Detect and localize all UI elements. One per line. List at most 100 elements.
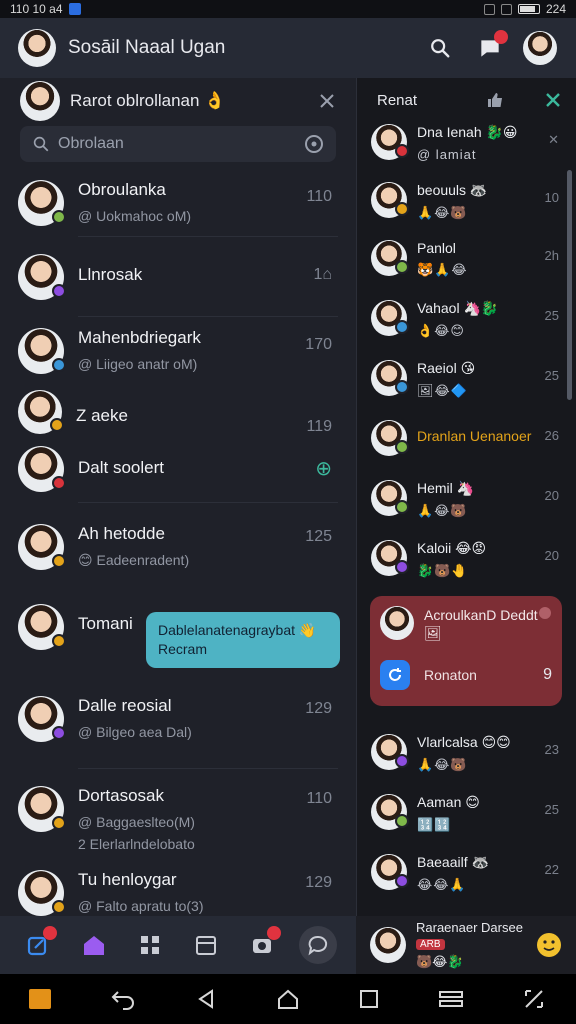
account-button[interactable] (522, 30, 558, 66)
notification-sender: AcroulkanD Deddt (424, 607, 538, 623)
recents-icon[interactable] (359, 989, 379, 1009)
bubble-line-1: Dablelanatenagraybat 👋 (158, 622, 317, 638)
contact-name: Panlol (417, 240, 456, 256)
contact-row[interactable]: Baeaailf 🦝 😂😂🙏 22 (371, 854, 563, 893)
notification-card[interactable]: AcroulkanD Deddt 🖼 Ronaton 9 (370, 596, 562, 706)
bubble-line-2: Recram (158, 641, 208, 657)
contact-row[interactable]: Hemil 🦄 🙏😂🐻 20 (371, 480, 563, 519)
nav-calendar[interactable] (187, 926, 225, 964)
contacts-header: Renat (357, 78, 576, 122)
home-icon[interactable] (276, 988, 300, 1010)
last-message: @ Falto apratu to(3) (78, 898, 204, 914)
notification-avatar (380, 606, 414, 640)
status-badge (395, 440, 409, 454)
contact-avatar (371, 124, 409, 160)
contact-emojis: 🐯🙏😂 (417, 262, 468, 277)
last-message: 😊 Eadeenradent) (78, 552, 190, 568)
close-icon[interactable] (544, 91, 562, 109)
notification-label: Ronaton (424, 667, 477, 683)
contact-avatar (371, 734, 409, 770)
contact-time[interactable]: ✕ (548, 132, 559, 148)
dismiss-icon[interactable] (538, 606, 552, 620)
nav-camera[interactable] (243, 926, 281, 964)
user-emojis: 🐻😂🐉 (416, 954, 464, 969)
chat-item[interactable]: Mahenbdriegark @ Liigeo anatr oM) 170 (0, 328, 356, 374)
thumbs-up-icon[interactable] (486, 91, 504, 109)
contact-avatar (371, 854, 409, 890)
status-badge (52, 726, 66, 740)
nav-apps[interactable] (131, 926, 169, 964)
chat-item[interactable]: Tu henloygar @ Falto apratu to(3) 129 (0, 870, 356, 916)
status-badge (395, 500, 409, 514)
contact-row[interactable]: Vlarlcalsa 😊😊 🙏😂🐻 23 (371, 734, 563, 773)
app-launcher-icon[interactable] (29, 989, 52, 1009)
contact-time: 23 (544, 742, 559, 757)
status-badge (52, 554, 66, 568)
divider (78, 768, 338, 769)
contact-row[interactable]: Raeiol 😘 🖼😂🔷 25 (371, 360, 563, 399)
contact-name: Raeiol 😘 (417, 360, 476, 376)
menu-icon[interactable] (438, 989, 464, 1009)
chat-item[interactable]: Dortasosak @ Baggaeslteo(M) 2 Elerlarlndel… (0, 786, 356, 852)
contact-avatar (18, 254, 66, 300)
last-message: @ Uokmahoc oM) (78, 208, 192, 224)
contact-avatar (18, 696, 66, 742)
nav-chat[interactable] (299, 926, 337, 964)
contact-avatar (371, 540, 409, 576)
nav-home[interactable] (75, 926, 113, 964)
chat-time: 1⌂ (313, 266, 332, 283)
contact-row[interactable]: Dranlan Uenanoer 26 (371, 420, 563, 456)
divider (78, 316, 338, 317)
chat-item[interactable]: Dalt soolert ⊕ (0, 446, 356, 492)
contact-row[interactable]: Panlol 🐯🙏😂 2h (371, 240, 563, 278)
contact-name: Vlarlcalsa 😊😊 (417, 734, 511, 750)
screenshot-tool-icon[interactable] (522, 987, 546, 1011)
filter-icon[interactable] (304, 134, 324, 154)
chat-status-icon: ⊕ (315, 458, 332, 480)
battery-icon (517, 4, 540, 14)
chat-item[interactable]: Z aeke 119 (0, 390, 356, 435)
current-user-avatar (370, 927, 406, 963)
current-user-bar[interactable]: Raraenaer Darsee ARB 🐻😂🐉 (356, 916, 576, 974)
notification-count: 9 (543, 666, 552, 683)
contact-name: Kaloii 😂😡 (417, 540, 487, 556)
divider (78, 236, 338, 237)
notifications-button[interactable] (472, 30, 508, 66)
contact-row[interactable]: beouuls 🦝 🙏😂🐻 10 (371, 182, 563, 221)
search-button[interactable] (422, 30, 458, 66)
chat-item[interactable]: Llnrosak 1⌂ (0, 254, 356, 300)
chat-time: 110 (306, 188, 332, 205)
emoji-icon[interactable] (536, 932, 562, 958)
contact-row[interactable]: Aaman 😊 🔢🔢 25 (371, 794, 563, 833)
chat-time: 129 (305, 874, 332, 891)
home-icon (84, 936, 104, 955)
contact-emojis: 😂😂🙏 (417, 877, 467, 892)
back-triangle-icon[interactable] (195, 988, 217, 1010)
contact-time: 20 (544, 548, 559, 563)
app-icon (380, 660, 410, 690)
contact-emojis: 🙏😂🐻 (417, 205, 468, 220)
contact-row[interactable]: Vahaol 🦄🐉 👌😂😊 25 (371, 300, 563, 339)
contact-emojis: 🔢🔢 (417, 817, 452, 832)
status-badge (395, 144, 409, 158)
chat-item[interactable]: Obroulanka @ Uokmahoc oM) 110 (0, 180, 356, 226)
close-icon[interactable] (318, 92, 336, 110)
contact-avatar (18, 524, 66, 570)
scrollbar[interactable] (567, 170, 572, 400)
contact-avatar (371, 240, 409, 276)
status-tag: ARB (416, 939, 445, 950)
contact-name: Dortasosak (78, 786, 164, 805)
chat-item[interactable]: Ah hetodde 😊 Eadeenradent) 125 (0, 524, 356, 570)
message-bubble[interactable]: Dablelanatenagraybat 👋 Recram (146, 612, 340, 668)
notification-preview: 🖼 (424, 625, 442, 641)
status-badge (52, 210, 66, 224)
nav-compose[interactable] (19, 926, 57, 964)
search-input[interactable]: Obrolaan (20, 126, 336, 162)
contact-row[interactable]: Kaloii 😂😡 🐉🐻🤚 20 (371, 540, 563, 579)
back-arrow-icon[interactable] (110, 988, 136, 1010)
contact-row[interactable]: Dna Ienah 🐉😀 @ lamiat ✕ (371, 124, 563, 162)
contact-emojis: 👌😂😊 (417, 323, 465, 338)
contact-avatar (371, 182, 409, 218)
chat-item[interactable]: Dalle reosial @ Bilgeo aea Dal) 129 (0, 696, 356, 742)
profile-avatar[interactable] (18, 29, 56, 67)
